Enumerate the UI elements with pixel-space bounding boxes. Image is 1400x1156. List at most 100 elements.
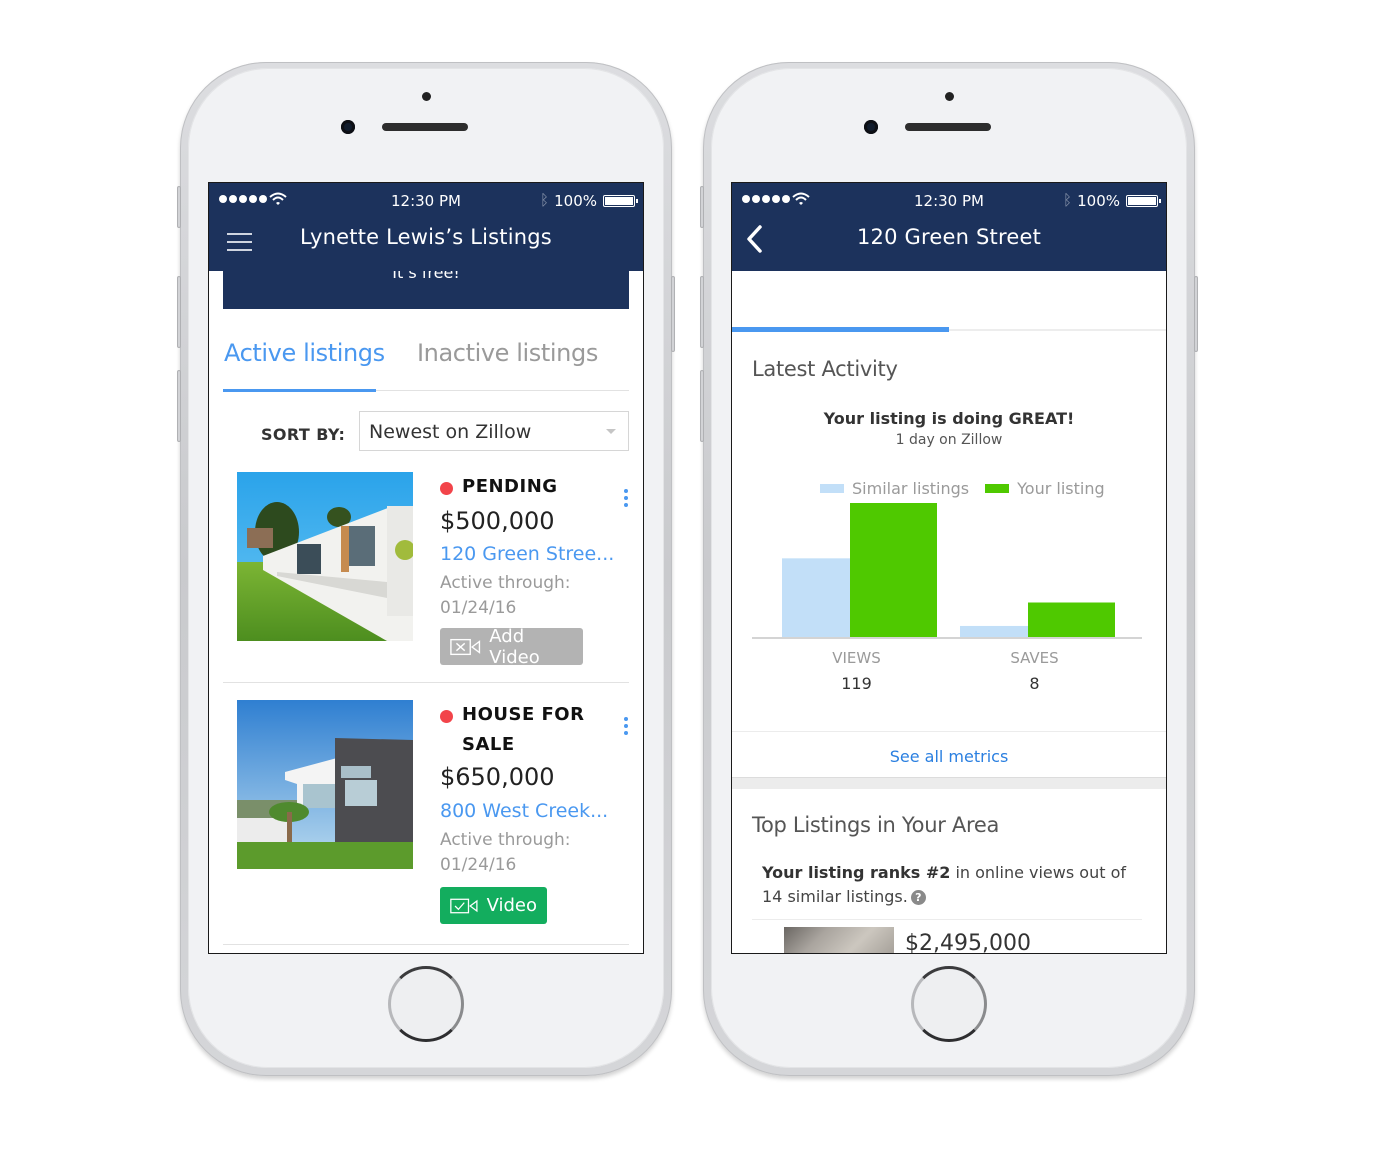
listing-status: PENDING <box>440 476 590 502</box>
more-options-icon[interactable] <box>623 717 629 737</box>
active-through-date: 01/24/16 <box>440 855 517 875</box>
earpiece-speaker <box>382 123 468 131</box>
volume-down-button <box>700 370 704 442</box>
status-dot-icon <box>440 482 453 495</box>
see-all-metrics-link[interactable]: See all metrics <box>732 747 1166 766</box>
bar-similar-saves <box>960 625 1028 637</box>
category-value-saves: 8 <box>1029 674 1039 693</box>
phone-frame-right: 12:30 PM ᛒ 100% 120 Green Street Latest … <box>700 62 1198 1076</box>
legend-swatch-yours <box>985 484 1010 493</box>
video-off-icon <box>450 638 481 655</box>
legend-item-yours: Your listing <box>985 479 1105 498</box>
activity-bar-chart: VIEWS 119 SAVES 8 <box>752 503 1142 693</box>
home-button[interactable] <box>388 966 464 1042</box>
video-label: Video <box>486 895 537 916</box>
chevron-down-icon <box>606 429 616 434</box>
active-tab-indicator[interactable] <box>732 327 949 332</box>
bluetooth-icon: ᛒ <box>1062 191 1072 209</box>
battery-percent: 100% <box>554 192 597 210</box>
active-through-label: Active through: <box>440 573 571 593</box>
mute-switch <box>177 186 181 228</box>
add-video-label: Add Video <box>489 625 540 668</box>
screen-listings: 12:30 PM ᛒ 100% Lynette Lewis’s Listings… <box>208 182 644 954</box>
listing-address-link[interactable]: 120 Green Stree... <box>440 543 614 565</box>
home-button[interactable] <box>911 966 987 1042</box>
category-value-views: 119 <box>841 674 872 693</box>
bluetooth-icon: ᛒ <box>539 191 549 209</box>
legend-item-similar: Similar listings <box>820 479 969 498</box>
page-title: Lynette Lewis’s Listings <box>300 225 552 249</box>
battery-percent: 100% <box>1077 192 1120 210</box>
tab-inactive-listings[interactable]: Inactive listings <box>417 339 598 367</box>
active-tab-indicator <box>223 389 376 392</box>
listing-item[interactable]: PENDING $500,000 120 Green Stree... Acti… <box>223 471 629 683</box>
legend-swatch-similar <box>820 484 844 493</box>
section-separator <box>732 777 1166 789</box>
sort-by-label: SORT BY: <box>261 425 346 444</box>
front-camera <box>341 120 355 134</box>
status-bar: 12:30 PM ᛒ 100% <box>732 191 1166 211</box>
category-label-views: VIEWS <box>832 649 881 667</box>
screen-listing-detail: 12:30 PM ᛒ 100% 120 Green Street Latest … <box>731 182 1167 954</box>
volume-up-button <box>177 276 181 348</box>
earpiece-speaker <box>905 123 991 131</box>
nav-bar: 12:30 PM ᛒ 100% 120 Green Street <box>732 183 1166 271</box>
legend-label-yours: Your listing <box>1017 479 1105 498</box>
listing-price: $650,000 <box>440 763 555 791</box>
front-camera <box>864 120 878 134</box>
status-label: HOUSE FOR SALE <box>462 704 585 755</box>
sort-selected-value: Newest on Zillow <box>369 421 532 443</box>
battery-icon <box>603 195 638 207</box>
power-button <box>1194 276 1198 352</box>
promo-text: It’s free! <box>392 271 460 282</box>
listing-photo[interactable] <box>237 700 413 869</box>
video-button[interactable]: Video <box>440 887 547 924</box>
phone-frame-left: 12:30 PM ᛒ 100% Lynette Lewis’s Listings… <box>177 62 675 1076</box>
more-options-icon[interactable] <box>623 489 629 509</box>
listing-photo[interactable] <box>237 472 413 641</box>
active-through-label: Active through: <box>440 830 571 850</box>
mute-switch <box>700 186 704 228</box>
help-icon[interactable]: ? <box>910 890 926 905</box>
top-listing-photo[interactable] <box>784 927 894 953</box>
listing-price: $500,000 <box>440 507 555 535</box>
top-listing-price: $2,495,000 <box>905 931 1031 954</box>
listing-tabs: Active listings Inactive listings <box>223 333 629 392</box>
days-on-zillow: 1 day on Zillow <box>895 432 1003 448</box>
divider <box>732 731 1166 732</box>
bar-yours-saves <box>1028 602 1115 637</box>
status-label: PENDING <box>462 476 558 497</box>
listing-status: HOUSE FOR SALE <box>440 704 590 760</box>
add-video-button[interactable]: Add Video <box>440 625 583 668</box>
bar-similar-views <box>782 558 850 637</box>
status-bar: 12:30 PM ᛒ 100% <box>209 191 643 211</box>
legend-label-similar: Similar listings <box>852 479 970 498</box>
page-title: 120 Green Street <box>856 225 1042 249</box>
divider <box>752 919 1142 920</box>
rank-bold: Your listing ranks #2 <box>762 863 951 882</box>
volume-down-button <box>177 370 181 442</box>
tab-active-listings[interactable]: Active listings <box>224 339 385 367</box>
top-listings-title: Top Listings in Your Area <box>752 813 1000 837</box>
power-button <box>671 276 675 352</box>
promo-banner[interactable]: It’s free! <box>223 271 629 309</box>
rank-summary: Your listing ranks #2 in online views ou… <box>762 861 1142 909</box>
bar-yours-views <box>850 503 937 637</box>
active-through-date: 01/24/16 <box>440 598 517 618</box>
listing-address-link[interactable]: 800 West Creek... <box>440 800 608 822</box>
category-label-saves: SAVES <box>1010 649 1058 667</box>
battery-icon <box>1126 195 1161 207</box>
nav-bar: 12:30 PM ᛒ 100% Lynette Lewis’s Listings <box>209 183 643 271</box>
latest-activity-title: Latest Activity <box>752 357 898 381</box>
chart-legend: Similar listings Your listing <box>820 479 1121 498</box>
volume-up-button <box>700 276 704 348</box>
status-dot-icon <box>440 710 453 723</box>
listing-item[interactable]: HOUSE FOR SALE $650,000 800 West Creek..… <box>223 699 629 945</box>
proximity-sensor <box>945 92 954 101</box>
active-through: Active through: 01/24/16 <box>440 571 571 621</box>
proximity-sensor <box>422 92 431 101</box>
sort-dropdown[interactable]: Newest on Zillow <box>359 411 629 451</box>
active-through: Active through: 01/24/16 <box>440 828 571 878</box>
performance-headline: Your listing is doing GREAT! <box>823 409 1075 428</box>
video-check-icon <box>450 898 478 913</box>
